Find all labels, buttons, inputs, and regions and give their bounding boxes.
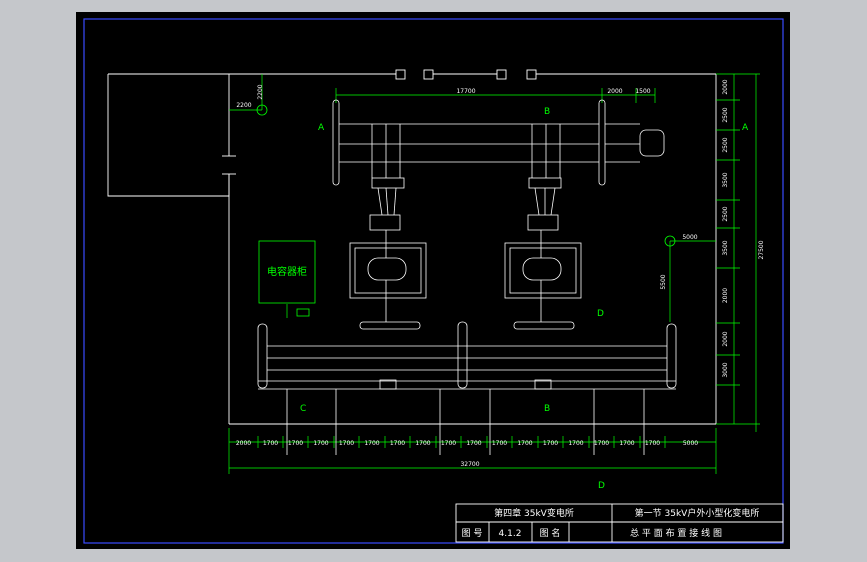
dim-left-top-v: 2200 [257, 84, 264, 99]
dim-right-mid-v: 5500 [660, 274, 667, 289]
lv-structure [257, 321, 677, 455]
dim-top-right-1: 2000 [607, 88, 622, 95]
dim-bottom-segment: 1700 [466, 440, 481, 447]
dim-right-segment: 2500 [722, 107, 729, 122]
dim-bottom-segment: 1700 [543, 440, 558, 447]
dim-right-mid-h: 5000 [682, 234, 697, 241]
dim-right-segment: 2500 [722, 137, 729, 152]
dimension-lines [228, 73, 760, 474]
dim-right-segment: 3000 [722, 362, 729, 377]
dim-top-right-2: 1500 [635, 88, 650, 95]
section-title: 第一节 35kV户外小型化变电所 [635, 507, 760, 519]
dim-right-segment: 2000 [722, 331, 729, 346]
dim-right-segment: 2500 [722, 206, 729, 221]
section-marker-b-top: B [544, 107, 550, 117]
dim-right-total: 27500 [758, 240, 765, 259]
dim-bottom-segment: 1700 [594, 440, 609, 447]
dim-right-segment: 3500 [722, 172, 729, 187]
dim-right-segment: 3500 [722, 240, 729, 255]
section-marker-d-mid: D [597, 309, 604, 319]
right-dimension-labels: 2000 2500 2500 3500 2500 3500 2000 2000 3000 [722, 79, 729, 377]
dim-top-span: 17700 [456, 88, 475, 95]
section-marker-d-bottom: D [598, 481, 605, 491]
dim-bottom-segment: 1700 [263, 440, 278, 447]
dim-bottom-segment: 1700 [415, 440, 430, 447]
fig-no-label: 图 号 [462, 528, 483, 539]
section-marker-c: C [300, 404, 306, 414]
dim-bottom-segment: 1700 [568, 440, 583, 447]
cad-drawing: 第四章 35kV变电所 第一节 35kV户外小型化变电所 图 号 4.1.2 图… [83, 18, 784, 544]
dim-bottom-total: 32700 [460, 461, 479, 468]
section-marker-b-bottom: B [544, 404, 550, 414]
dim-bottom-segment: 1700 [313, 440, 328, 447]
drawing-frame [83, 18, 784, 544]
dim-bottom-segment: 5000 [683, 440, 698, 447]
dim-bottom-segment: 2000 [236, 440, 251, 447]
capacitor-cabinet-label: 电容器柜 [267, 265, 307, 278]
dim-bottom-segment: 1700 [517, 440, 532, 447]
dim-bottom-segment: 1700 [339, 440, 354, 447]
dim-bottom-segment: 1700 [645, 440, 660, 447]
fig-no: 4.1.2 [499, 529, 522, 539]
dim-bottom-segment: 1700 [492, 440, 507, 447]
dim-right-segment: 2000 [722, 79, 729, 94]
site-boundary [107, 69, 717, 425]
dim-bottom-segment: 1700 [390, 440, 405, 447]
dim-bottom-segment: 1700 [619, 440, 634, 447]
dim-bottom-segment: 1700 [441, 440, 456, 447]
dim-right-segment: 2000 [722, 288, 729, 303]
section-marker-a-right: A [742, 123, 749, 133]
section-marker-a-left: A [318, 123, 325, 133]
dim-left-top-h: 2200 [236, 102, 251, 109]
dim-bottom-segment: 1700 [364, 440, 379, 447]
fig-name: 总 平 面 布 置 接 线 图 [630, 527, 722, 539]
chapter-title: 第四章 35kV变电所 [494, 507, 574, 519]
dim-bottom-segment: 1700 [288, 440, 303, 447]
bottom-dimension-labels: 2000 1700 1700 1700 1700 1700 1700 1700 1700 1700… [236, 440, 698, 447]
fig-name-label: 图 名 [540, 527, 561, 539]
hv-structure [258, 99, 665, 330]
